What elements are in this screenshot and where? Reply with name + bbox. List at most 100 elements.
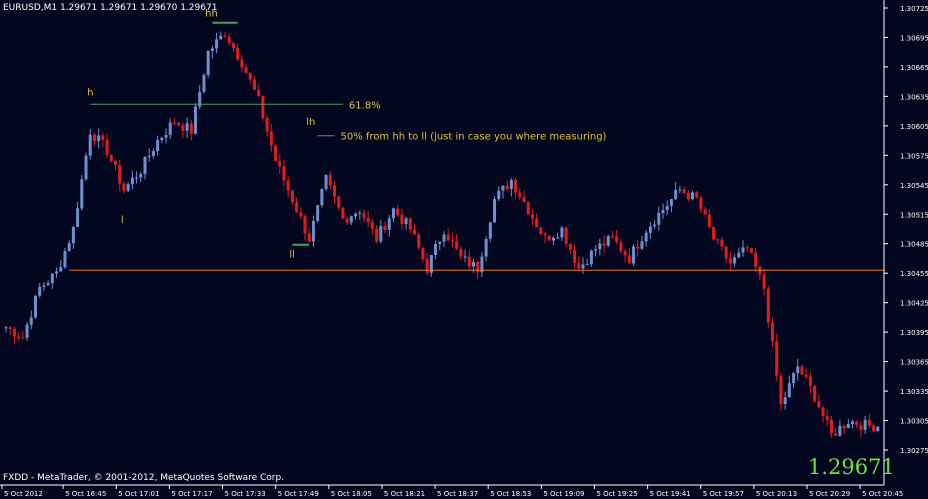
candle-body	[754, 252, 758, 267]
candle-body	[749, 248, 753, 253]
candlestick-chart[interactable]: 61.8% 50% from hh to ll (just in case you…	[0, 0, 928, 499]
candle-body	[703, 209, 707, 215]
candle-body	[686, 193, 690, 200]
swing-annotation: l	[121, 215, 124, 226]
candle-body	[236, 47, 240, 60]
candle-body	[278, 160, 282, 167]
x-tick-label: 5 Oct 18:53	[490, 490, 531, 498]
candle-body	[598, 243, 602, 250]
candle-body	[564, 227, 568, 244]
candle-body	[164, 134, 168, 138]
candle-body	[55, 271, 59, 274]
candle-body	[341, 207, 345, 219]
candle-body	[602, 243, 606, 246]
candle-body	[80, 179, 84, 209]
candle-body	[227, 36, 231, 44]
candle-body	[438, 241, 442, 244]
candle-body	[328, 174, 332, 186]
candle-body	[189, 123, 193, 134]
candle-body	[185, 123, 189, 131]
candle-body	[299, 212, 303, 217]
candle-body	[286, 180, 290, 191]
candle-body	[105, 139, 109, 155]
candle-body	[648, 226, 652, 233]
candle-body	[383, 226, 387, 230]
candle-body	[539, 227, 543, 234]
candle-body	[501, 185, 505, 191]
candle-body	[829, 419, 833, 434]
candle-body	[632, 246, 636, 264]
candle-body	[728, 258, 732, 264]
candle-body	[846, 424, 850, 429]
candle-body	[248, 72, 252, 80]
candle-body	[413, 229, 417, 235]
candle-body	[88, 134, 92, 156]
candle-body	[349, 216, 353, 223]
candle-body	[792, 373, 796, 384]
candle-body	[311, 220, 315, 242]
candle-body	[21, 337, 25, 339]
candle-body	[808, 376, 812, 386]
candle-body	[644, 232, 648, 242]
candle-body	[834, 433, 838, 436]
candle-body	[252, 79, 256, 90]
candle-body	[168, 122, 172, 135]
candle-body	[333, 185, 336, 197]
candle-body	[147, 155, 151, 157]
candle-body	[25, 324, 29, 338]
y-tick-label: 1.30365	[900, 359, 928, 367]
candle-body	[375, 228, 379, 242]
candle-body	[556, 237, 560, 239]
candle-body	[50, 273, 54, 284]
candle-body	[63, 251, 67, 268]
candle-body	[114, 160, 117, 165]
candle-body	[737, 252, 741, 258]
x-tick-label: 5 Oct 2012	[4, 490, 43, 498]
x-tick-label: 5 Oct 18:05	[331, 490, 372, 498]
candle-body	[231, 43, 235, 48]
x-tick-label: 5 Oct 19:57	[703, 490, 744, 498]
candle-series	[4, 31, 880, 438]
candle-body	[324, 174, 328, 190]
candle-body	[724, 246, 728, 259]
candle-body	[636, 246, 640, 249]
chart-window[interactable]: 61.8% 50% from hh to ll (just in case you…	[0, 0, 928, 499]
candle-body	[661, 210, 665, 214]
candle-body	[467, 256, 471, 267]
y-tick-label: 1.30305	[900, 418, 928, 426]
candle-body	[76, 208, 80, 227]
candle-body	[442, 234, 446, 242]
candle-body	[796, 366, 800, 374]
current-price-label: 1.29671	[808, 455, 895, 479]
candle-body	[488, 222, 492, 239]
candle-body	[741, 247, 745, 253]
candle-body	[594, 249, 598, 251]
candle-body	[139, 173, 143, 178]
candle-body	[290, 190, 294, 203]
candle-body	[606, 236, 610, 246]
candle-body	[518, 192, 522, 198]
candle-body	[682, 189, 686, 194]
candle-body	[800, 366, 804, 375]
candle-body	[745, 247, 749, 249]
candle-body	[67, 243, 71, 252]
y-tick-label: 1.30455	[900, 270, 928, 278]
candle-body	[97, 135, 101, 141]
candle-body	[804, 374, 808, 377]
candle-body	[657, 213, 661, 225]
candle-body	[4, 327, 8, 329]
candle-body	[379, 226, 383, 242]
candle-body	[627, 255, 631, 264]
candle-body	[771, 322, 774, 342]
candle-body	[842, 425, 846, 429]
candle-body	[122, 183, 126, 191]
candle-body	[295, 202, 299, 213]
candle-body	[417, 234, 421, 248]
candle-body	[859, 425, 863, 430]
level-label: 50% from hh to ll (just in case you wher…	[341, 132, 607, 143]
candle-body	[126, 184, 130, 191]
candle-body	[560, 227, 564, 238]
x-tick-label: 5 Oct 17:01	[118, 490, 159, 498]
candle-body	[358, 212, 362, 214]
x-tick-label: 5 Oct 18:21	[384, 490, 425, 498]
